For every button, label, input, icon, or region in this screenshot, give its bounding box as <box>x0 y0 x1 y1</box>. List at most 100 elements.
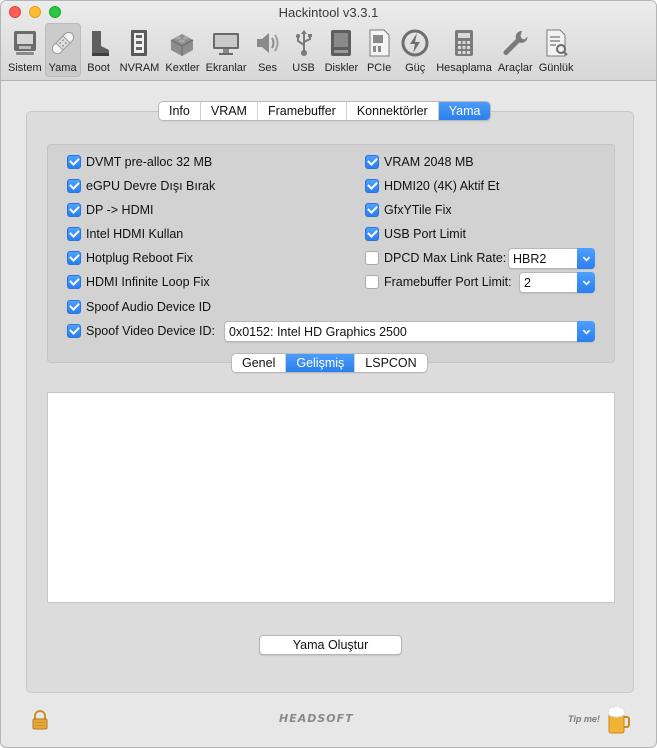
checkbox-label: DVMT pre-alloc 32 MB <box>86 155 213 169</box>
toolbar-item-diskler[interactable]: Diskler <box>322 23 362 77</box>
lock-icon[interactable] <box>31 710 49 730</box>
checkbox-check <box>67 324 81 338</box>
toolbar-item-ses[interactable]: Ses <box>250 23 286 77</box>
toolbar-label: USB <box>292 62 315 74</box>
checkbox-vram-2048[interactable]: VRAM 2048 MB <box>365 155 474 169</box>
toolbar-item-araclar[interactable]: Araçlar <box>495 23 536 77</box>
checkbox-hdmi-infinite-loop-fix[interactable]: HDMI Infinite Loop Fix <box>67 275 210 289</box>
checkbox-check <box>365 179 379 193</box>
checkbox-hdmi20-4k[interactable]: HDMI20 (4K) Aktif Et <box>365 179 499 193</box>
speaker-icon <box>256 33 279 53</box>
select-value: 2 <box>524 275 531 290</box>
tab-gelismis[interactable]: Gelişmiş <box>286 354 356 372</box>
toolbar-label: Ses <box>258 62 278 74</box>
checkbox-label: Framebuffer Port Limit: <box>384 275 512 289</box>
app-window: Hackintool v3.3.1 Sistem Yama Boot NVRAM… <box>0 0 657 748</box>
lego-brick-icon <box>171 34 194 56</box>
checkbox-egpu-disable[interactable]: eGPU Devre Dışı Bırak <box>67 179 215 193</box>
checkbox-label: HDMI20 (4K) Aktif Et <box>384 179 500 193</box>
toolbar-label: Diskler <box>324 62 359 74</box>
select-value: HBR2 <box>513 251 547 266</box>
bandage-icon <box>51 31 74 55</box>
checkbox-label: Spoof Audio Device ID <box>86 300 212 314</box>
checkbox-dp-to-hdmi[interactable]: DP -> HDMI <box>67 203 154 217</box>
chevron-down-icon <box>577 321 595 342</box>
toolbar-item-gunluk[interactable]: Günlük <box>536 23 577 77</box>
checkbox-check <box>365 275 379 289</box>
calculator-icon <box>455 30 474 56</box>
title-bar: Hackintool v3.3.1 Sistem Yama Boot NVRAM… <box>1 1 656 81</box>
checkbox-hotplug-reboot-fix[interactable]: Hotplug Reboot Fix <box>67 251 193 265</box>
toolbar-item-hesaplama[interactable]: Hesaplama <box>433 23 495 77</box>
toolbar-label: NVRAM <box>119 62 160 74</box>
checkbox-intel-hdmi[interactable]: Intel HDMI Kullan <box>67 227 183 241</box>
checkbox-check <box>365 251 379 265</box>
checkbox-check <box>67 155 81 169</box>
checkbox-label: DPCD Max Link Rate: <box>384 251 507 265</box>
toolbar-label: Hesaplama <box>436 62 492 74</box>
toolbar-item-sistem[interactable]: Sistem <box>5 23 45 77</box>
toolbar-item-pcie[interactable]: PCIe <box>361 23 397 77</box>
checkbox-label: Intel HDMI Kullan <box>86 227 184 241</box>
window-title: Hackintool v3.3.1 <box>278 5 379 20</box>
tab-genel[interactable]: Genel <box>232 354 287 372</box>
toolbar-item-usb[interactable]: USB <box>286 23 322 77</box>
checkbox-dvmt-prealloc[interactable]: DVMT pre-alloc 32 MB <box>67 155 212 169</box>
checkbox-gfxytile-fix[interactable]: GfxYTile Fix <box>365 203 452 217</box>
tip-me-label[interactable]: Tip me! <box>568 714 600 724</box>
toolbar-label: Ekranlar <box>205 62 247 74</box>
checkbox-spoof-audio-device-id[interactable]: Spoof Audio Device ID <box>67 300 211 314</box>
toolbar: Sistem Yama Boot NVRAM Kextler Ekranlar <box>5 23 577 79</box>
select-value: 0x0152: Intel HD Graphics 2500 <box>229 324 407 339</box>
toolbar-item-ekranlar[interactable]: Ekranlar <box>203 23 250 77</box>
checkbox-label: VRAM 2048 MB <box>384 155 474 169</box>
checkbox-label: eGPU Devre Dışı Bırak <box>86 179 216 193</box>
beer-mug-icon[interactable] <box>605 705 631 735</box>
sub-tabs: Genel Gelişmiş LSPCON <box>231 353 428 373</box>
checkbox-check <box>67 203 81 217</box>
checkbox-check <box>67 179 81 193</box>
toolbar-item-boot[interactable]: Boot <box>81 23 117 77</box>
disk-icon <box>331 30 352 56</box>
checkbox-dpcd-max-link-rate[interactable]: DPCD Max Link Rate: <box>365 251 506 265</box>
checkbox-label: Spoof Video Device ID: <box>86 324 216 338</box>
checkbox-framebuffer-port-limit[interactable]: Framebuffer Port Limit: <box>365 275 512 289</box>
tab-konnektorler[interactable]: Konnektörler <box>347 102 439 120</box>
computer-icon <box>13 31 36 55</box>
checkbox-label: USB Port Limit <box>384 227 466 241</box>
chevron-down-icon <box>577 248 595 269</box>
tab-info[interactable]: Info <box>159 102 201 120</box>
checkbox-check <box>365 227 379 241</box>
checkbox-spoof-video-device-id[interactable]: Spoof Video Device ID: <box>67 324 215 338</box>
tab-lspcon[interactable]: LSPCON <box>355 354 426 372</box>
checkbox-check <box>365 203 379 217</box>
toolbar-label: Sistem <box>8 62 42 74</box>
boot-icon <box>91 31 109 56</box>
power-bolt-icon <box>401 29 429 57</box>
video-device-id-select[interactable]: 0x0152: Intel HD Graphics 2500 <box>224 321 595 342</box>
link-rate-select[interactable]: HBR2 <box>508 248 595 269</box>
toolbar-label: PCIe <box>366 62 392 74</box>
main-tabs: Info VRAM Framebuffer Konnektörler Yama <box>158 101 492 121</box>
toolbar-item-guc[interactable]: Güç <box>397 23 433 77</box>
toolbar-label: Güç <box>405 62 426 74</box>
tab-yama[interactable]: Yama <box>438 102 491 120</box>
checkbox-label: DP -> HDMI <box>86 203 154 217</box>
toolbar-item-nvram[interactable]: NVRAM <box>117 23 163 77</box>
toolbar-item-yama[interactable]: Yama <box>44 23 81 77</box>
generate-patch-button[interactable]: Yama Oluştur <box>259 635 402 655</box>
log-document-icon <box>546 29 568 57</box>
toolbar-item-kextler[interactable]: Kextler <box>162 23 202 77</box>
checkbox-label: GfxYTile Fix <box>384 203 452 217</box>
wrench-icon <box>503 30 528 55</box>
patch-output-textarea[interactable] <box>47 392 615 603</box>
tab-vram[interactable]: VRAM <box>201 102 258 120</box>
port-limit-select[interactable]: 2 <box>519 272 595 293</box>
usb-icon <box>295 30 312 56</box>
checkbox-check <box>67 251 81 265</box>
display-icon <box>213 33 240 55</box>
headsoft-logo: HEADSOFT <box>279 712 354 725</box>
tab-framebuffer[interactable]: Framebuffer <box>258 102 347 120</box>
checkbox-usb-port-limit[interactable]: USB Port Limit <box>365 227 466 241</box>
checkbox-check <box>67 227 81 241</box>
